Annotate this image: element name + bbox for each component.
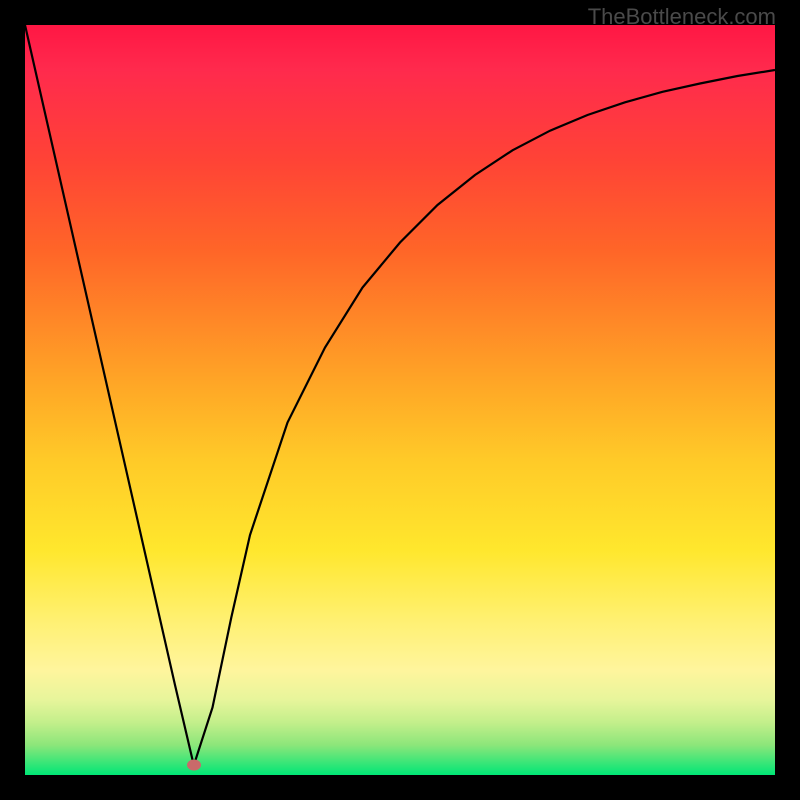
watermark-text: TheBottleneck.com (588, 4, 776, 30)
line-chart (25, 25, 775, 775)
curve-path (25, 25, 775, 765)
plot-area (25, 25, 775, 775)
optimal-marker (187, 760, 201, 771)
